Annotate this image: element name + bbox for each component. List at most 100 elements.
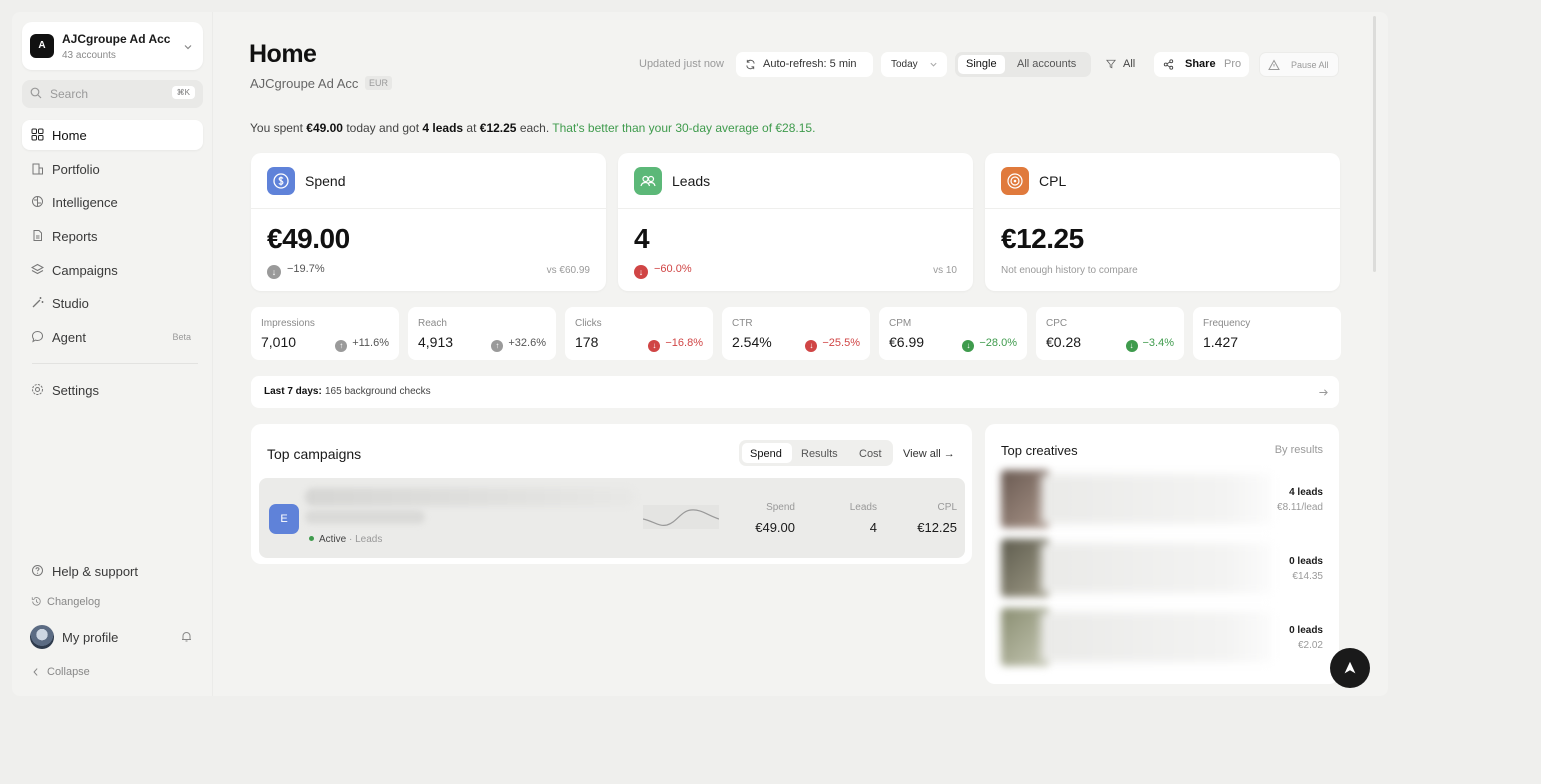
status-dot <box>309 536 314 541</box>
search-shortcut: ⌘K <box>171 86 195 99</box>
sidebar-item-home[interactable]: Home <box>22 120 203 150</box>
document-icon <box>33 230 42 241</box>
sidebar-item-agent[interactable]: Agent Beta <box>22 322 203 352</box>
view-all-link[interactable]: View all → <box>903 448 955 460</box>
kpi-delta-value: −60.0% <box>654 263 692 275</box>
scope-all-button[interactable]: All accounts <box>1017 58 1076 70</box>
summary-text: today and got <box>342 121 423 135</box>
beta-badge: Beta <box>172 332 191 342</box>
metric-cpc[interactable]: CPC €0.28 ↓ −3.4% <box>1036 307 1184 360</box>
kpi-value: €12.25 <box>1001 223 1084 254</box>
sidebar-item-intelligence[interactable]: Intelligence <box>22 187 203 217</box>
share-label: Share <box>1185 58 1216 70</box>
metric-delta-value: −3.4% <box>1142 337 1175 349</box>
metric-clicks[interactable]: Clicks 178 ↓ −16.8% <box>565 307 713 360</box>
pause-all-label: Pause All <box>1291 60 1329 70</box>
help-icon <box>32 565 43 576</box>
account-switcher[interactable]: A AJCgroupe Ad Acc 43 accounts <box>22 22 203 70</box>
metric-ctr[interactable]: CTR 2.54% ↓ −25.5% <box>722 307 870 360</box>
assistant-fab-button[interactable] <box>1330 648 1370 688</box>
auto-refresh-label: Auto-refresh: 5 min <box>763 58 857 70</box>
metric-value: 4,913 <box>418 334 454 350</box>
sidebar-item-label: Home <box>52 128 87 143</box>
sidebar-item-campaigns[interactable]: Campaigns <box>22 255 203 285</box>
spend-label: Spend <box>766 502 795 513</box>
chevron-down-icon <box>184 45 192 50</box>
search-input[interactable]: Search ⌘K <box>22 80 203 108</box>
filter-label: All <box>1123 58 1136 70</box>
metric-delta-value: −25.5% <box>822 337 860 349</box>
chevron-down-icon <box>930 62 937 67</box>
list-item[interactable]: 0 leads €14.35 <box>1001 539 1323 597</box>
auto-refresh-button[interactable]: Auto-refresh: 5 min <box>736 52 873 77</box>
help-support-link[interactable]: Help & support <box>22 556 203 586</box>
metric-frequency[interactable]: Frequency 1.427 <box>1193 307 1341 360</box>
metric-label: Clicks <box>575 318 602 329</box>
sidebar-item-label: Agent <box>52 330 86 345</box>
sidebar-item-settings[interactable]: Settings <box>22 375 203 405</box>
kpi-value: 4 <box>634 223 650 254</box>
metric-delta-value: −28.0% <box>979 337 1017 349</box>
pause-all-button[interactable]: Pause All <box>1259 52 1339 77</box>
sidebar-item-studio[interactable]: Studio <box>22 288 203 318</box>
kpi-card-cpl[interactable]: CPL €12.25 Not enough history to compare <box>985 153 1340 291</box>
collapse-button[interactable]: Collapse <box>22 660 203 684</box>
sort-select[interactable]: By results <box>1275 444 1323 456</box>
currency-badge: EUR <box>365 76 393 90</box>
spend-value: €49.00 <box>755 520 795 535</box>
account-avatar: A <box>30 34 54 58</box>
date-range-select[interactable]: Today <box>881 52 947 77</box>
section-title: Top campaigns <box>267 446 362 462</box>
sidebar-item-label: Campaigns <box>52 263 118 278</box>
daily-summary: You spent €49.00 today and got 4 leads a… <box>250 121 815 135</box>
logo-icon <box>1344 661 1356 674</box>
building-icon <box>32 163 43 175</box>
history-icon <box>31 597 41 606</box>
summary-leads: 4 leads <box>422 121 464 135</box>
changelog-label: Changelog <box>47 596 101 608</box>
avatar[interactable] <box>30 625 54 649</box>
summary-text: at <box>463 121 480 135</box>
campaign-sort-tabs: Spend Results Cost <box>739 440 893 466</box>
metric-label: Impressions <box>261 318 315 329</box>
list-item[interactable]: 4 leads €8.11/lead <box>1001 470 1323 528</box>
tab-cost[interactable]: Cost <box>859 448 882 460</box>
chevron-left-icon <box>33 668 38 676</box>
collapse-label: Collapse <box>47 666 90 678</box>
tab-results[interactable]: Results <box>801 448 838 460</box>
metric-label: Frequency <box>1203 318 1251 329</box>
sidebar-item-portfolio[interactable]: Portfolio <box>22 154 203 184</box>
metric-impressions[interactable]: Impressions 7,010 ↑ +11.6% <box>251 307 399 360</box>
metric-delta-value: +32.6% <box>508 337 546 349</box>
creative-cpl: €2.02 <box>1297 640 1323 651</box>
kpi-card-header: Leads <box>618 153 973 209</box>
sidebar: A AJCgroupe Ad Acc 43 accounts Search ⌘K… <box>12 12 212 696</box>
metric-label: CTR <box>732 318 753 329</box>
kpi-comparison: vs €60.99 <box>546 265 590 276</box>
scrollbar[interactable] <box>1373 16 1376 272</box>
kpi-card-leads[interactable]: Leads 4 ↓ −60.0% vs 10 <box>618 153 973 291</box>
metric-cpm[interactable]: CPM €6.99 ↓ −28.0% <box>879 307 1027 360</box>
table-row[interactable]: E Active · Leads Spend €49.00 Leads 4 CP… <box>259 478 965 558</box>
tab-spend[interactable]: Spend <box>750 448 782 460</box>
cpl-value: €12.25 <box>917 520 957 535</box>
kpi-card-spend[interactable]: Spend €49.00 ↓ −19.7% vs €60.99 <box>251 153 606 291</box>
metric-label: CPM <box>889 318 912 329</box>
metric-reach[interactable]: Reach 4,913 ↑ +32.6% <box>408 307 556 360</box>
background-checks-bar[interactable]: Last 7 days: 165 background checks <box>251 376 1339 408</box>
metric-value: €6.99 <box>889 334 925 350</box>
account-name: AJCgroupe Ad Acc <box>62 32 171 46</box>
kpi-card-header: Spend <box>251 153 606 209</box>
pro-badge: Pro <box>1224 58 1242 70</box>
sidebar-item-reports[interactable]: Reports <box>22 221 203 251</box>
share-button[interactable]: Share Pro <box>1154 52 1249 77</box>
creative-leads: 4 leads <box>1289 487 1323 498</box>
changelog-link[interactable]: Changelog <box>22 589 203 613</box>
bell-icon[interactable] <box>180 630 193 643</box>
list-item[interactable]: 0 leads €2.02 <box>1001 608 1323 666</box>
filter-button[interactable]: All <box>1106 52 1144 77</box>
scope-single-button[interactable]: Single <box>966 58 997 70</box>
sidebar-item-label: Reports <box>52 229 98 244</box>
top-creatives-card: Top creatives By results 4 leads €8.11/l… <box>985 424 1339 684</box>
search-icon <box>30 87 42 99</box>
